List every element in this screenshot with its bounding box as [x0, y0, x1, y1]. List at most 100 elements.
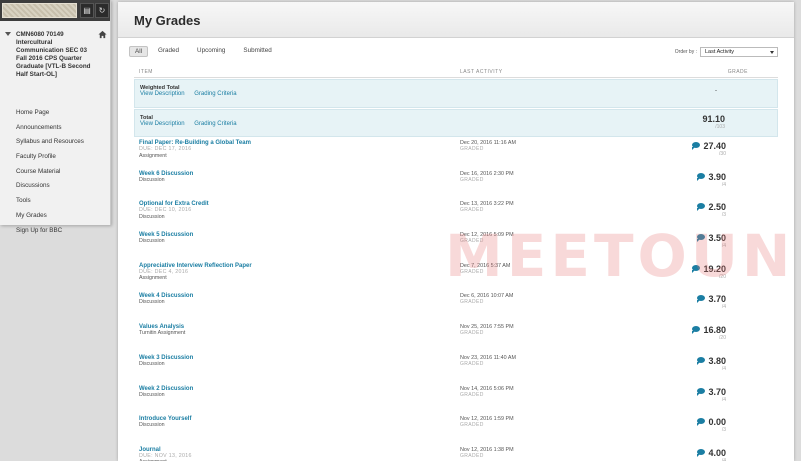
- row-grade: 3.70 /4: [697, 387, 726, 403]
- sidebar-item-tools[interactable]: Tools: [0, 194, 110, 209]
- course-title-text: CMN6080 70149 Intercultural Communicatio…: [16, 31, 91, 78]
- row-grade: 0.00 /3: [697, 417, 726, 433]
- comment-icon[interactable]: [697, 387, 706, 396]
- main-content: My Grades All Graded Upcoming Submitted …: [118, 2, 794, 461]
- comment-icon[interactable]: [697, 448, 706, 457]
- comment-icon[interactable]: [697, 172, 706, 181]
- item-type: Discussion: [139, 360, 165, 367]
- row-activity: Nov 12, 2016 1:59 PM GRADED: [460, 416, 514, 428]
- comment-icon[interactable]: [697, 295, 706, 304]
- activity-status: GRADED: [460, 330, 484, 337]
- item-type: Discussion: [139, 238, 165, 245]
- column-last-activity[interactable]: LAST ACTIVITY: [460, 69, 503, 75]
- grade-points: /103: [715, 124, 725, 130]
- grade-points: /4: [721, 304, 726, 311]
- sidebar-item-announcements[interactable]: Announcements: [0, 121, 110, 136]
- grading-criteria-link[interactable]: Grading Criteria: [194, 91, 236, 97]
- grade-row: Introduce Yourself Discussion Nov 12, 20…: [134, 414, 778, 445]
- sidebar-item-faculty-profile[interactable]: Faculty Profile: [0, 150, 110, 165]
- sidebar-item-my-grades[interactable]: My Grades: [0, 209, 110, 224]
- row-grade: 2.50 /3: [697, 202, 726, 218]
- row-item: Introduce Yourself Discussion: [139, 416, 191, 429]
- course-menu: ▤ ↻ CMN6080 70149 Intercultural Communic…: [0, 0, 111, 234]
- sidebar-item-sign-up-bbc[interactable]: Sign Up for BBC: [0, 224, 110, 239]
- grade-row: Week 3 Discussion Discussion Nov 23, 201…: [134, 353, 778, 384]
- column-item[interactable]: ITEM: [139, 69, 153, 75]
- activity-status: GRADED: [460, 391, 484, 398]
- item-type: Discussion: [139, 391, 165, 398]
- comment-icon[interactable]: [697, 234, 706, 243]
- order-by-select[interactable]: Last Activity: [700, 47, 778, 57]
- grade-value: 3.90: [708, 171, 726, 182]
- comment-icon[interactable]: [692, 326, 701, 335]
- row-item: Week 4 Discussion Discussion: [139, 293, 193, 306]
- row-grade: 3.80 /4: [697, 356, 726, 372]
- grade-value: 3.80: [708, 355, 726, 366]
- grade-row: Week 5 Discussion Discussion Dec 12, 201…: [134, 230, 778, 261]
- tab-submitted[interactable]: Submitted: [235, 46, 279, 57]
- grade-row: Values Analysis Turnitin Assignment Nov …: [134, 322, 778, 353]
- item-title-link[interactable]: Appreciative Interview Reflection Paper: [139, 263, 252, 269]
- comment-icon[interactable]: [697, 203, 706, 212]
- refresh-icon[interactable]: ↻: [95, 3, 109, 18]
- course-menu-banner: [2, 3, 77, 18]
- activity-status: GRADED: [460, 176, 484, 183]
- activity-status: GRADED: [460, 146, 484, 152]
- folder-view-icon[interactable]: ▤: [80, 3, 94, 18]
- tab-all[interactable]: All: [129, 46, 148, 57]
- activity-date: Dec 16, 2016 2:30 PM: [460, 170, 514, 177]
- sidebar-item-home-page[interactable]: Home Page: [0, 106, 110, 121]
- collapse-arrow-icon[interactable]: [5, 32, 11, 36]
- column-grade[interactable]: GRADE: [728, 69, 748, 75]
- order-by: Order by : Last Activity: [675, 47, 778, 57]
- home-icon[interactable]: [98, 30, 107, 39]
- activity-status: GRADED: [460, 299, 484, 306]
- course-title[interactable]: CMN6080 70149 Intercultural Communicatio…: [0, 21, 110, 106]
- item-title-link[interactable]: Week 6 Discussion: [139, 171, 193, 177]
- grade-row: Final Paper: Re-Building a Global Team D…: [134, 138, 778, 169]
- row-item: Week 3 Discussion Discussion: [139, 355, 193, 368]
- order-by-label: Order by :: [674, 49, 697, 55]
- course-menu-list: Home Page Announcements Syllabus and Res…: [0, 106, 110, 238]
- grade-value: 16.80: [703, 325, 726, 336]
- activity-date: Nov 23, 2016 11:40 AM: [460, 354, 516, 361]
- row-grade: 4.00 /4: [697, 448, 726, 461]
- row-item: Journal DUE: NOV 13, 2016 Assignment: [139, 447, 192, 461]
- chevron-down-icon: [770, 51, 774, 54]
- tab-upcoming[interactable]: Upcoming: [189, 46, 233, 57]
- grade-value: 19.20: [703, 263, 726, 274]
- row-activity: Nov 12, 2016 1:38 PM GRADED: [460, 447, 514, 459]
- comment-icon[interactable]: [692, 142, 701, 150]
- grade-row: Journal DUE: NOV 13, 2016 Assignment Nov…: [134, 445, 778, 461]
- item-title-link[interactable]: Week 3 Discussion: [139, 355, 193, 361]
- row-grade: 91.10 /103: [702, 114, 725, 130]
- grade-value: 27.40: [703, 141, 726, 151]
- view-description-link[interactable]: View Description: [140, 91, 185, 97]
- tab-graded[interactable]: Graded: [150, 46, 187, 57]
- comment-icon[interactable]: [697, 418, 706, 427]
- view-description-link[interactable]: View Description: [140, 121, 185, 127]
- row-grade: 16.80 /20: [692, 325, 726, 341]
- grade-value: 2.50: [708, 202, 726, 213]
- grade-value: 4.00: [708, 447, 726, 458]
- comment-icon[interactable]: [692, 264, 701, 273]
- row-item: Week 2 Discussion Discussion: [139, 386, 193, 399]
- grades-column-header: ITEM LAST ACTIVITY GRADE: [134, 68, 778, 78]
- item-type: Discussion: [139, 213, 165, 220]
- row-grade: 19.20 /20: [692, 264, 726, 280]
- sidebar-item-course-material[interactable]: Course Material: [0, 165, 110, 180]
- grade-points: /3: [721, 212, 726, 219]
- item-type: Discussion: [139, 176, 165, 183]
- sidebar-item-discussions[interactable]: Discussions: [0, 179, 110, 194]
- grade-points: /4: [721, 365, 726, 372]
- item-title-link[interactable]: Week 2 Discussion: [139, 386, 193, 392]
- item-type: Discussion: [139, 299, 165, 306]
- row-item: Week 5 Discussion Discussion: [139, 232, 193, 245]
- grade-row: Week 6 Discussion Discussion Dec 16, 201…: [134, 169, 778, 200]
- row-activity: Dec 16, 2016 2:30 PM GRADED: [460, 171, 514, 183]
- sidebar-item-syllabus[interactable]: Syllabus and Resources: [0, 135, 110, 150]
- row-activity: Dec 13, 2016 3:22 PM GRADED: [460, 201, 514, 213]
- grading-criteria-link[interactable]: Grading Criteria: [194, 121, 236, 127]
- comment-icon[interactable]: [697, 356, 706, 365]
- activity-status: GRADED: [460, 360, 484, 367]
